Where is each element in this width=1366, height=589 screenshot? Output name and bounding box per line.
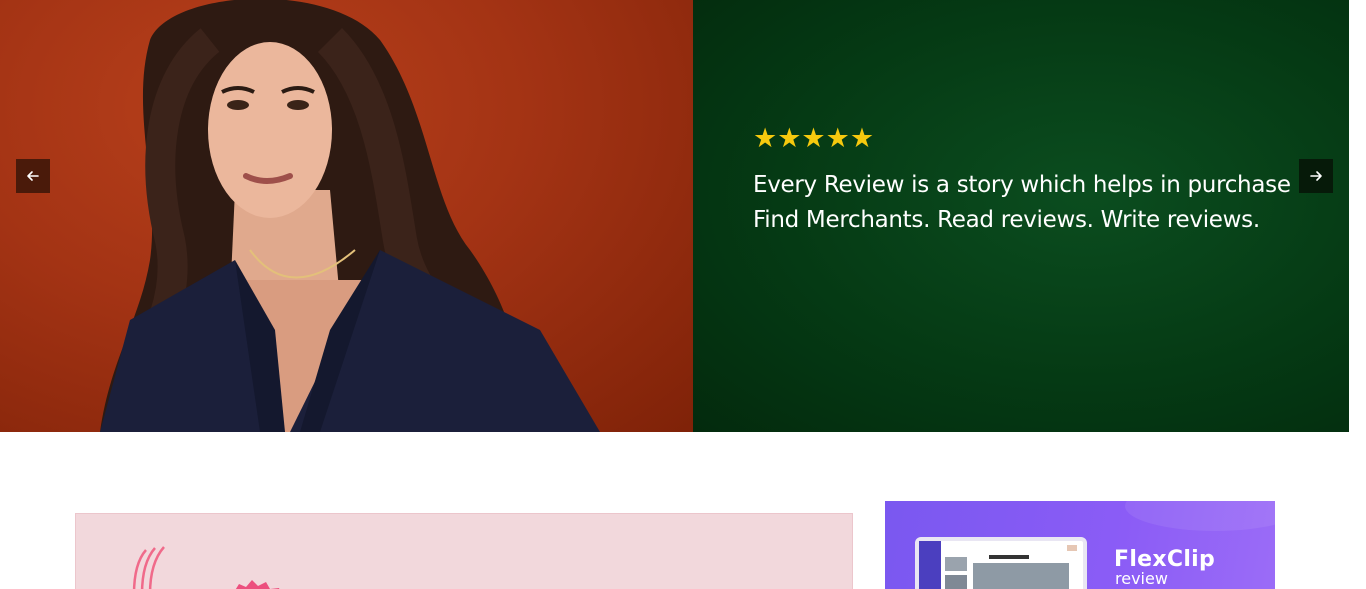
rating-stars-icon: ★★★★★ (753, 123, 875, 154)
arrow-left-icon (27, 171, 39, 181)
hero-portrait-image (0, 0, 693, 432)
laptop-screenshot-image (915, 537, 1087, 589)
flexclip-review-banner[interactable]: FlexClip review (885, 501, 1275, 589)
feature-post-card[interactable] (75, 513, 853, 589)
video-editor-preview (919, 541, 1077, 589)
decorative-illustration (132, 546, 280, 589)
slider-prev-button[interactable] (16, 159, 50, 193)
arrow-right-icon (1310, 171, 1322, 181)
review-hero-slider: ★★★★★ Every Review is a story which help… (0, 0, 1349, 432)
banner-decor-shape (1125, 501, 1275, 531)
hero-review-panel: ★★★★★ Every Review is a story which help… (693, 0, 1349, 432)
hero-tagline-line-1: Every Review is a story which helps in p… (753, 172, 1291, 198)
woman-portrait-illustration (100, 0, 600, 432)
hero-tagline-line-2: Find Merchants. Read reviews. Write revi… (753, 207, 1260, 233)
promo-subtitle: review (1115, 569, 1168, 588)
slider-next-button[interactable] (1299, 159, 1333, 193)
